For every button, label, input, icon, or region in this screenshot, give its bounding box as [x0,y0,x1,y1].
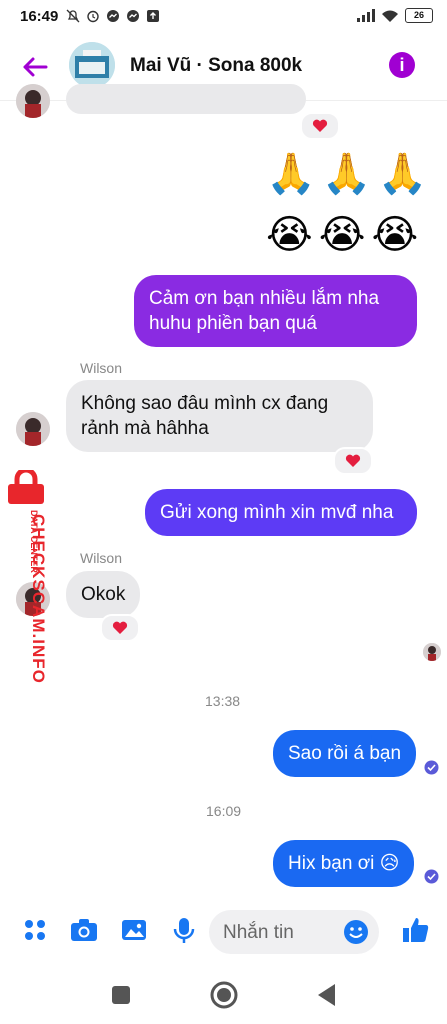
sender-name: Wilson [80,360,123,376]
message-bubble-outgoing[interactable]: Sao rồi á bạn [273,730,417,777]
emoji-icon[interactable] [343,919,369,945]
alarm-icon [87,10,99,23]
wifi-icon [382,10,398,22]
camera-icon[interactable] [69,915,99,945]
lock-icon [8,470,44,504]
status-icons [66,9,160,23]
battery-icon: 26 [405,8,433,23]
conversation-title[interactable]: Mai Vũ · Sona 800k [130,55,302,77]
microphone-icon[interactable] [169,915,199,945]
timestamp: 13:38 [205,693,241,709]
system-nav-bar [0,966,447,1024]
heart-icon [112,621,128,634]
recent-apps-icon[interactable] [110,984,132,1006]
watermark: CHECKSCAM.INFO DATA CENTER [2,470,50,690]
back-arrow-icon[interactable] [20,52,50,82]
sender-avatar [16,84,50,118]
emoji-message-pray[interactable]: 🙏🙏🙏 [266,150,433,197]
message-input-placeholder: Nhắn tin [223,922,294,943]
back-triangle-icon[interactable] [315,982,337,1008]
heart-reaction[interactable] [300,112,340,140]
message-bubble-outgoing[interactable]: Cảm ơn bạn nhiều lắm nha huhu phiền bạn … [134,275,417,347]
mute-icon [66,9,80,23]
status-bar: 16:49 26 [0,0,447,34]
message-bubble-outgoing[interactable]: Gửi xong mình xin mvđ nha [145,489,417,536]
heart-reaction[interactable] [100,614,140,642]
delivered-check-icon [424,869,439,884]
message-bubble-incoming[interactable]: Okok [66,571,141,618]
sender-avatar [16,412,50,446]
heart-icon [345,454,361,467]
status-right: 26 [357,8,433,23]
upload-icon [147,10,159,22]
contact-avatar[interactable] [69,42,115,88]
status-time: 16:49 [20,8,59,25]
message-bubble-incoming[interactable] [66,84,306,114]
messenger-icon [107,10,119,22]
signal-icon [357,9,375,22]
apps-grid-icon[interactable] [20,915,50,945]
messenger-icon [127,10,139,22]
seen-avatar [423,643,441,661]
sender-name: Wilson [80,550,123,566]
gallery-icon[interactable] [119,915,149,945]
message-input[interactable]: Nhắn tin [209,910,379,954]
emoji-message-cry[interactable]: 😭😭😭 [266,212,424,258]
heart-icon [312,119,328,132]
message-bubble-incoming[interactable]: Không sao đâu mình cx đang rảnh mà hâhha [66,380,373,452]
heart-reaction[interactable] [333,447,373,475]
home-icon[interactable] [209,980,239,1010]
message-bubble-outgoing[interactable]: Hix bạn ơi 😥 [273,840,415,887]
delivered-check-icon [424,760,439,775]
like-icon[interactable] [400,915,430,945]
watermark-sub: DATA CENTER [29,510,39,573]
info-icon[interactable]: i [389,52,415,78]
timestamp: 16:09 [206,803,242,819]
